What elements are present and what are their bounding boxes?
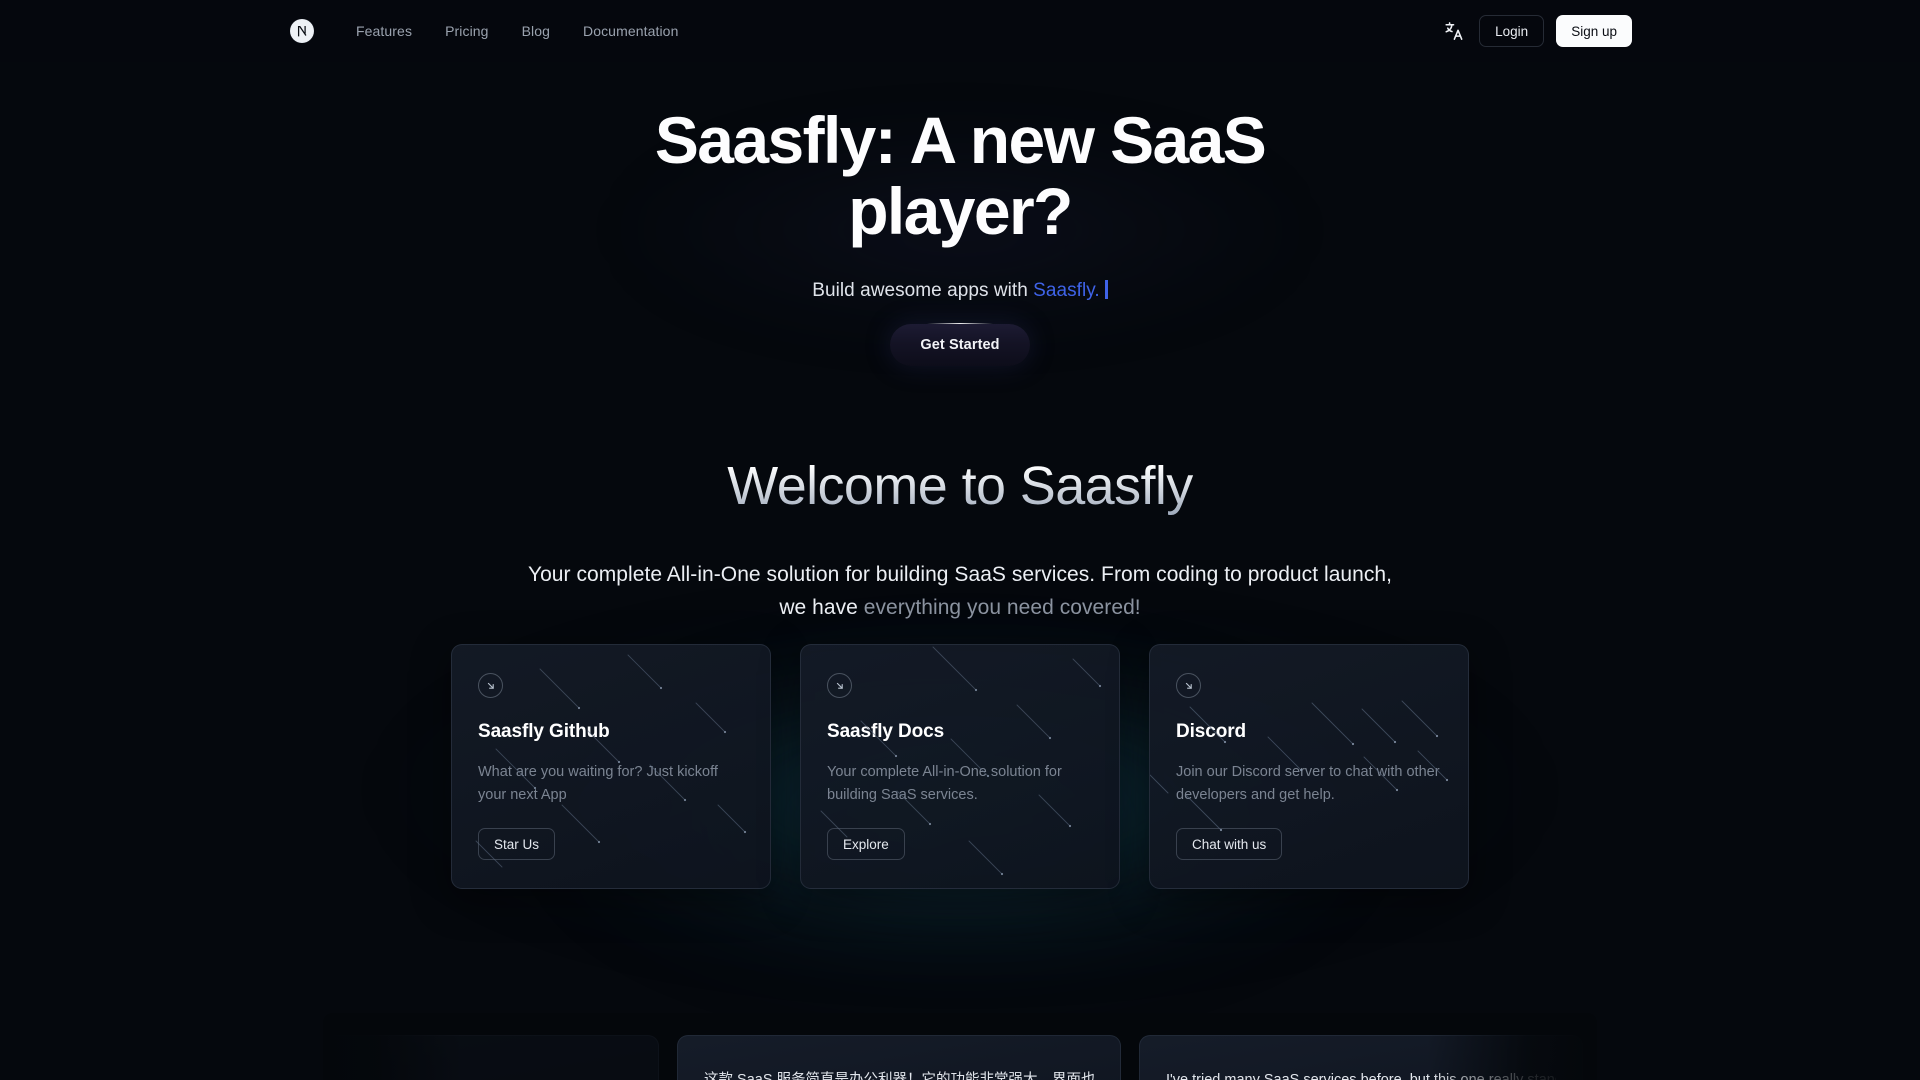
card-title: Saasfly Github: [478, 721, 610, 742]
get-started-button[interactable]: Get Started: [890, 322, 1030, 366]
testimonials-row: orks. 这款 SaaS 服务简直是办公利器！它的功能非常强大，界面也 I'v…: [323, 1035, 1597, 1080]
testimonials-section: orks. 这款 SaaS 服务简直是办公利器！它的功能非常强大，界面也 I'v…: [323, 1013, 1597, 1080]
hero-subtitle: Build awesome apps with Saasfly.: [0, 279, 1920, 302]
signup-button[interactable]: Sign up: [1556, 15, 1632, 47]
feature-cards: Saasfly Github What are you waiting for?…: [0, 644, 1920, 889]
hero-cta-wrap: Get Started: [0, 322, 1920, 366]
hero-subtitle-prefix: Build awesome apps with: [812, 279, 1034, 301]
nav-link-documentation[interactable]: Documentation: [583, 23, 678, 39]
card-description: What are you waiting for? Just kickoff y…: [478, 764, 718, 804]
hero-title: Saasfly: A new SaaS player?: [654, 103, 1267, 249]
testimonial-card[interactable]: 这款 SaaS 服务简直是办公利器！它的功能非常强大，界面也: [677, 1035, 1121, 1080]
landing-page: Features Pricing Blog Documentation Logi…: [0, 0, 1920, 1080]
nav-link-blog[interactable]: Blog: [522, 23, 550, 39]
navbar-left: Features Pricing Blog Documentation: [290, 19, 678, 43]
navbar: Features Pricing Blog Documentation Logi…: [0, 0, 1920, 62]
typing-caret: [1104, 279, 1108, 299]
nextjs-n-logo-icon[interactable]: [290, 19, 314, 43]
translate-icon[interactable]: [1441, 18, 1467, 44]
star-us-button[interactable]: Star Us: [478, 828, 556, 861]
arrow-down-right-circle-icon: [1176, 673, 1201, 698]
card-title: Saasfly Docs: [827, 721, 945, 742]
hero-subtitle-brand: Saasfly.: [1033, 279, 1100, 301]
login-button[interactable]: Login: [1479, 15, 1545, 47]
nav-link-pricing[interactable]: Pricing: [445, 23, 489, 39]
card-title: Discord: [1176, 721, 1247, 742]
welcome-section: Welcome to Saasfly Your complete All-in-…: [0, 455, 1920, 624]
testimonial-card[interactable]: orks.: [323, 1035, 659, 1080]
card-discord[interactable]: Discord Join our Discord server to chat …: [1149, 644, 1469, 889]
testimonial-text: I've tried many SaaS services before, bu…: [1166, 1070, 1556, 1080]
nav-link-features[interactable]: Features: [356, 23, 412, 39]
card-description: Your complete All-in-One solution for bu…: [827, 764, 1062, 804]
nav-links: Features Pricing Blog Documentation: [356, 23, 678, 39]
card-saasfly-docs[interactable]: Saasfly Docs Your complete All-in-One so…: [800, 644, 1120, 889]
welcome-description-muted: everything you need covered!: [863, 595, 1141, 619]
arrow-down-right-circle-icon: [478, 673, 503, 698]
chat-with-us-button[interactable]: Chat with us: [1176, 828, 1283, 861]
card-description: Join our Discord server to chat with oth…: [1176, 764, 1440, 804]
testimonial-text: 这款 SaaS 服务简直是办公利器！它的功能非常强大，界面也: [704, 1070, 1094, 1080]
explore-button[interactable]: Explore: [827, 828, 905, 861]
navbar-right: Login Sign up: [1441, 15, 1632, 47]
welcome-title: Welcome to Saasfly: [0, 455, 1920, 517]
arrow-down-right-circle-icon: [827, 673, 852, 698]
testimonial-card[interactable]: I've tried many SaaS services before, bu…: [1139, 1035, 1583, 1080]
welcome-description: Your complete All-in-One solution for bu…: [520, 559, 1400, 624]
card-saasfly-github[interactable]: Saasfly Github What are you waiting for?…: [451, 644, 771, 889]
